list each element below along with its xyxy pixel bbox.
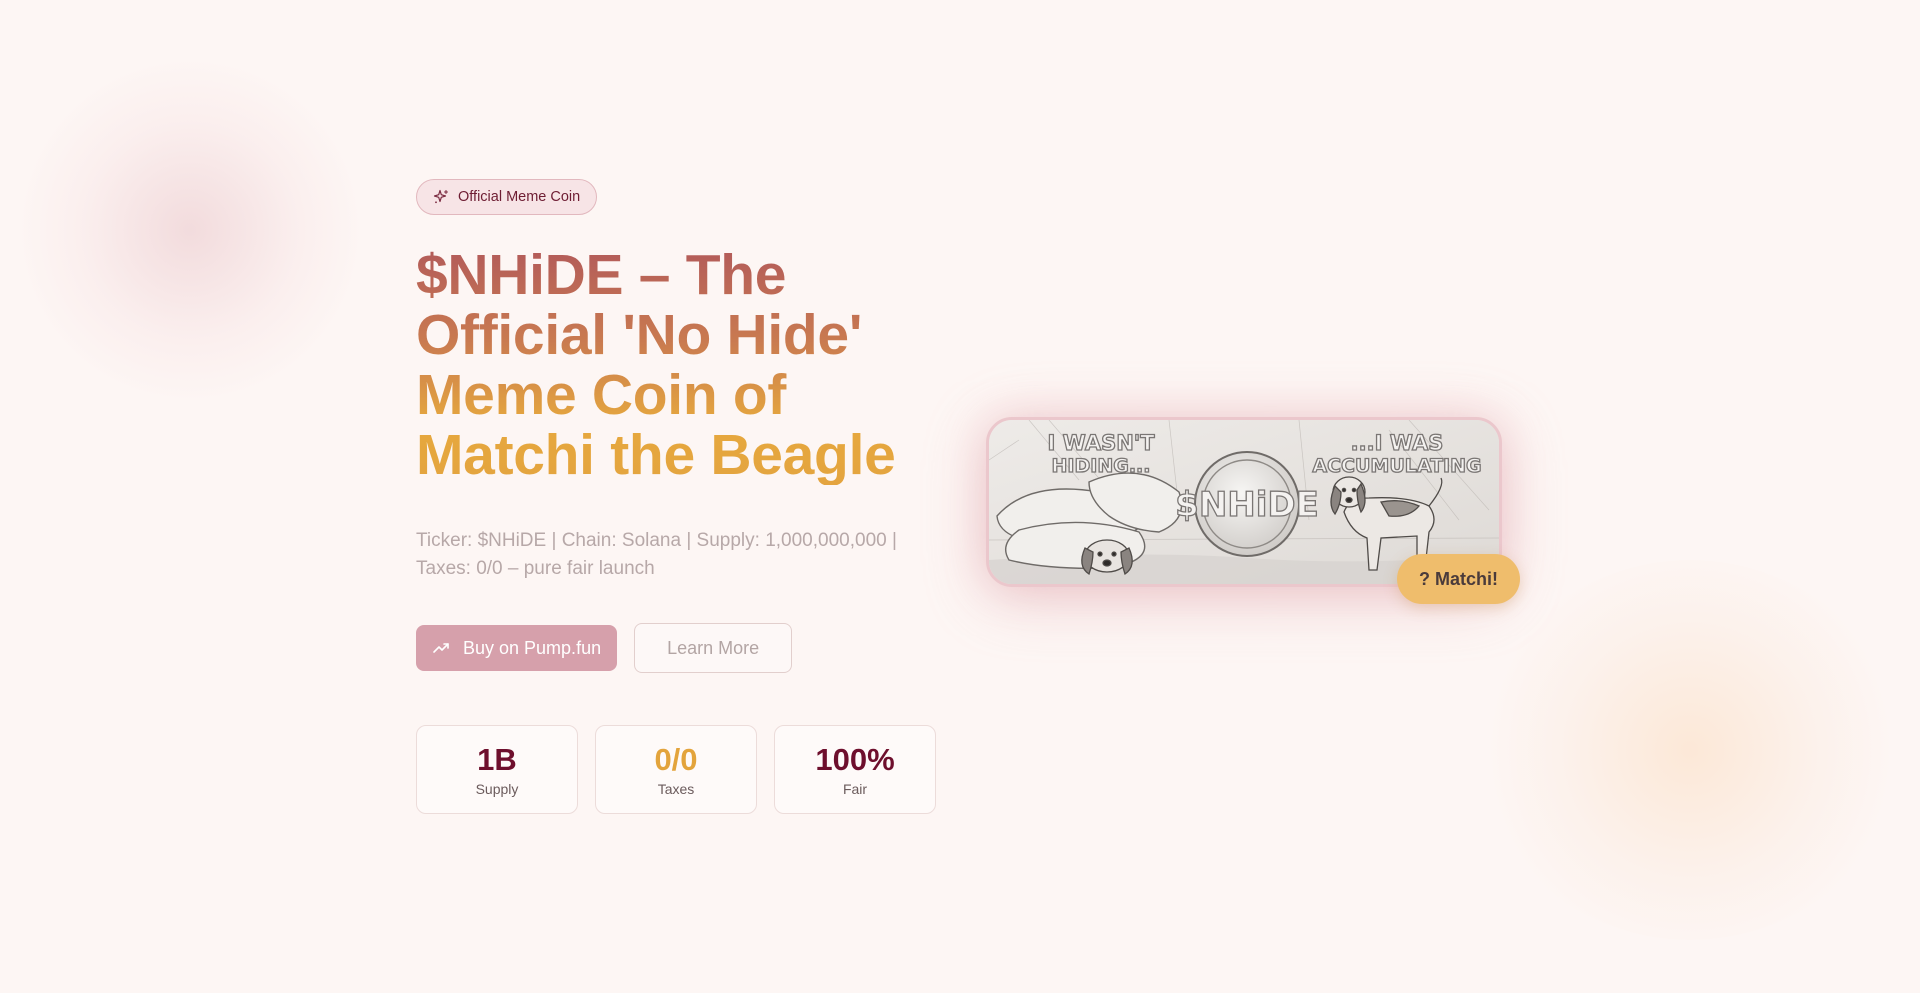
stat-label: Fair	[842, 780, 868, 797]
official-badge: Official Meme Coin	[416, 179, 598, 215]
stats-row: 1B Supply 0/0 Taxes 100% Fair	[416, 725, 956, 814]
hero-content: Official Meme Coin $NHiDE – The Official…	[416, 179, 956, 814]
cta-buttons: Buy on Pump.fun Learn More	[416, 623, 956, 673]
buy-button[interactable]: Buy on Pump.fun	[416, 625, 618, 671]
learn-more-button[interactable]: Learn More	[634, 623, 793, 673]
stat-label: Taxes	[657, 780, 695, 797]
token-info-subtitle: Ticker: $NHiDE | Chain: Solana | Supply:…	[416, 530, 897, 579]
meme-caption-right-2: ACCUMULATING	[1312, 455, 1481, 477]
stat-label: Supply	[475, 780, 519, 797]
page: Official Meme Coin $NHiDE – The Official…	[0, 0, 1920, 993]
title-line-3: Meme Coin of	[416, 363, 787, 427]
stat-value: 1B	[477, 741, 517, 777]
sparkles-icon	[433, 189, 449, 205]
coin-text: $NHiDE	[1175, 485, 1319, 525]
background-glow-right	[1480, 560, 1900, 940]
stat-value: 0/0	[654, 741, 698, 777]
stat-card-taxes: 0/0 Taxes	[595, 725, 757, 814]
buy-button-label: Buy on Pump.fun	[463, 637, 602, 658]
title-line-1: $NHiDE – The	[416, 243, 787, 307]
meme-caption-left-1: I WASN'T	[1047, 431, 1155, 455]
background-glow-left	[20, 60, 360, 400]
stat-card-supply: 1B Supply	[416, 725, 578, 814]
badge-label: Official Meme Coin	[458, 189, 581, 205]
title-line-2: Official 'No Hide'	[416, 303, 863, 367]
meme-caption-right-1: ...I WAS	[1351, 431, 1444, 455]
stat-card-fair: 100% Fair	[774, 725, 936, 814]
meme-caption-left-2: HIDING...	[1052, 455, 1151, 477]
title-line-4: Matchi the Beagle	[416, 423, 896, 487]
trending-up-icon	[432, 639, 450, 657]
page-title: $NHiDE – The Official 'No Hide' Meme Coi…	[416, 245, 956, 485]
matchi-badge: ? Matchi!	[1397, 554, 1520, 604]
stat-value: 100%	[815, 741, 895, 777]
